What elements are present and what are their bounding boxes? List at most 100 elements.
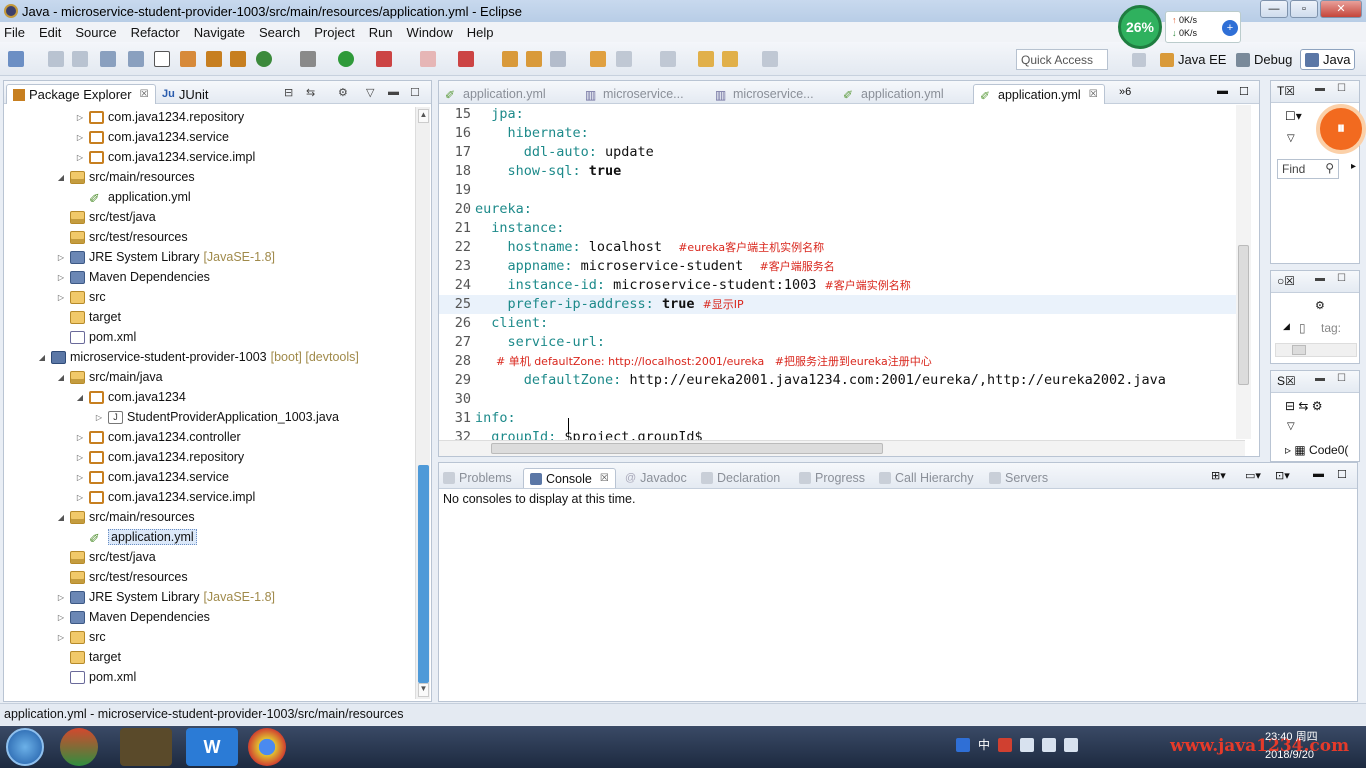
- external-tools-icon[interactable]: [376, 51, 392, 67]
- run-icon[interactable]: [338, 51, 354, 67]
- minimize-view-icon[interactable]: ▬: [388, 86, 399, 98]
- menu-window[interactable]: Window: [407, 25, 453, 40]
- code-line[interactable]: 18 show-sql: true: [439, 162, 1245, 181]
- code-line[interactable]: 24 instance-id: microservice-student:100…: [439, 276, 1245, 295]
- editor-tab[interactable]: ✐ application.yml: [843, 84, 944, 104]
- open-console-icon[interactable]: ⊞▾: [1211, 469, 1226, 482]
- collapse-all-icon[interactable]: ⊟: [284, 86, 293, 99]
- editor-tab[interactable]: ✐ application.yml: [445, 84, 546, 104]
- tree-item[interactable]: src/test/resources: [55, 567, 188, 587]
- menu-help[interactable]: Help: [467, 25, 494, 40]
- next-annotation-icon[interactable]: [616, 51, 632, 67]
- security-icon[interactable]: [998, 737, 1013, 752]
- collapsed-arrow-icon[interactable]: ▷: [55, 273, 67, 282]
- collapsed-arrow-icon[interactable]: ▷: [74, 433, 86, 442]
- code-line[interactable]: 30: [439, 390, 1245, 409]
- code-tree-item[interactable]: ▹ ▦ Code0(: [1285, 443, 1348, 457]
- tree-item[interactable]: ▷ com.java1234.service: [74, 467, 229, 487]
- close-icon[interactable]: ☒: [600, 473, 609, 484]
- expanded-arrow-icon[interactable]: ◢: [55, 373, 67, 382]
- open-perspective-button[interactable]: [1128, 49, 1150, 70]
- tree-item[interactable]: ▷ J StudentProviderApplication_1003.java: [93, 407, 339, 427]
- tree-item[interactable]: ▷ Maven Dependencies: [55, 267, 210, 287]
- collapsed-arrow-icon[interactable]: ▷: [93, 413, 105, 422]
- new-package-icon[interactable]: [206, 51, 222, 67]
- outline-icon[interactable]: ○☒: [1277, 274, 1295, 288]
- server-icon[interactable]: [458, 51, 474, 67]
- new-class-icon[interactable]: [230, 51, 246, 67]
- collapsed-arrow-icon[interactable]: ▷: [74, 493, 86, 502]
- search-tool-icon[interactable]: [550, 51, 566, 67]
- tab-servers[interactable]: Servers: [989, 468, 1048, 488]
- tab-problems[interactable]: Problems: [443, 468, 512, 488]
- tree-item[interactable]: pom.xml: [55, 667, 136, 687]
- start-button[interactable]: [6, 728, 44, 766]
- tree-item[interactable]: ◢ src/main/resources: [55, 167, 195, 187]
- tree-item[interactable]: target: [55, 307, 121, 327]
- network-icon[interactable]: [1020, 737, 1035, 752]
- tree-item[interactable]: ◢ microservice-student-provider-1003 [boot…: [36, 347, 359, 367]
- expanded-arrow-icon[interactable]: ◢: [55, 513, 67, 522]
- collapsed-arrow-icon[interactable]: ▷: [55, 633, 67, 642]
- view-menu-icon[interactable]: ▽: [1287, 421, 1295, 432]
- menu-navigate[interactable]: Navigate: [194, 25, 245, 40]
- save-icon[interactable]: [48, 51, 64, 67]
- tree-item[interactable]: ▷ com.java1234.repository: [74, 107, 244, 127]
- maximize-view-icon[interactable]: ☐: [1337, 83, 1346, 94]
- tree-item[interactable]: ▷ src: [55, 287, 106, 307]
- editor-horizontal-scrollbar[interactable]: [439, 440, 1245, 456]
- cpu-gauge[interactable]: 26%: [1118, 5, 1162, 49]
- task-list-icon[interactable]: T☒: [1277, 84, 1295, 98]
- tab-package-explorer[interactable]: Package Explorer ☒: [6, 84, 156, 104]
- filter-icon[interactable]: ⚙: [338, 86, 348, 99]
- menu-project[interactable]: Project: [314, 25, 354, 40]
- tree-item[interactable]: pom.xml: [55, 327, 136, 347]
- minimize-view-icon[interactable]: ▬: [1315, 83, 1325, 94]
- plus-icon[interactable]: +: [1222, 20, 1238, 36]
- pin-icon[interactable]: [660, 51, 676, 67]
- editor-tab[interactable]: ▥ microservice...: [715, 84, 814, 104]
- code-line[interactable]: 15 jpa:: [439, 105, 1245, 124]
- ime-icon[interactable]: [956, 737, 970, 752]
- maximize-view-icon[interactable]: ☐: [1239, 85, 1249, 98]
- menu-source[interactable]: Source: [75, 25, 116, 40]
- perspective-java[interactable]: Java: [1300, 49, 1356, 70]
- code-line[interactable]: 25 prefer-ip-address: true #显示IP: [439, 295, 1245, 314]
- code-line[interactable]: 32 groupId: $project.groupId$: [439, 428, 1245, 440]
- chrome-taskbar-icon[interactable]: [248, 728, 286, 766]
- tree-item[interactable]: src/test/java: [55, 207, 156, 227]
- expand-arrow-icon[interactable]: ◢: [1283, 321, 1290, 332]
- tab-declaration[interactable]: Declaration: [701, 468, 780, 488]
- code-line[interactable]: 31 info:: [439, 409, 1245, 428]
- forward-icon[interactable]: [722, 51, 738, 67]
- menu-edit[interactable]: Edit: [39, 25, 61, 40]
- code-line[interactable]: 29 defaultZone: http://eureka2001.java12…: [439, 371, 1245, 390]
- code-line[interactable]: 19: [439, 181, 1245, 200]
- code-line[interactable]: 17 ddl-auto: update: [439, 143, 1245, 162]
- chevron-right-icon[interactable]: ▸: [1351, 161, 1356, 172]
- open-task-icon[interactable]: [526, 51, 542, 67]
- scroll-thumb[interactable]: [1238, 245, 1249, 385]
- outline-scrollbar[interactable]: [1275, 343, 1357, 357]
- close-icon[interactable]: ☒: [1089, 89, 1098, 100]
- code-line[interactable]: 28 # 单机 defaultZone: http://localhost:20…: [439, 352, 1245, 371]
- scroll-thumb[interactable]: [1292, 345, 1306, 355]
- maximize-button[interactable]: ▫: [1290, 0, 1318, 18]
- tab-junit[interactable]: Ju JUnit: [156, 84, 214, 104]
- tree-item[interactable]: ▷ JRE System Library [JavaSE-1.8]: [55, 247, 275, 267]
- debug-icon[interactable]: [300, 51, 316, 67]
- collapsed-arrow-icon[interactable]: ▷: [55, 293, 67, 302]
- scroll-down-icon[interactable]: ▼: [418, 683, 429, 697]
- collapsed-arrow-icon[interactable]: ▷: [74, 453, 86, 462]
- menu-refactor[interactable]: Refactor: [131, 25, 180, 40]
- perspective-debug[interactable]: Debug: [1232, 49, 1296, 70]
- tray-icon[interactable]: [1042, 737, 1057, 752]
- tree-item[interactable]: ▷ Maven Dependencies: [55, 607, 210, 627]
- tree-item[interactable]: ▷ src: [55, 627, 106, 647]
- tree-item[interactable]: src/test/resources: [55, 227, 188, 247]
- tree-item[interactable]: target: [55, 647, 121, 667]
- editor-tab[interactable]: ▥ microservice...: [585, 84, 684, 104]
- maximize-view-icon[interactable]: ☐: [410, 86, 420, 99]
- collapsed-arrow-icon[interactable]: ▷: [74, 133, 86, 142]
- minimize-view-icon[interactable]: ▬: [1315, 273, 1325, 284]
